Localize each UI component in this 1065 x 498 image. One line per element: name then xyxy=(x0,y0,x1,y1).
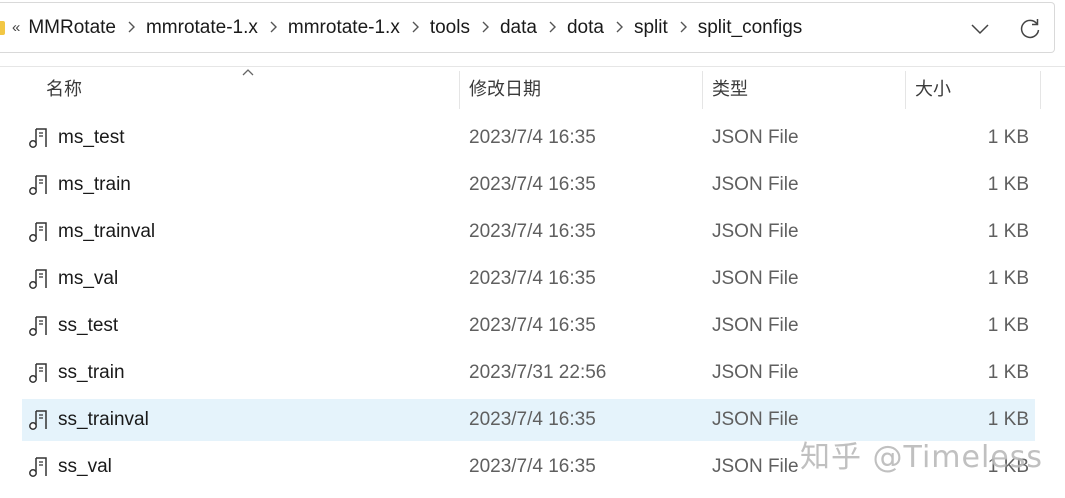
column-header-size[interactable]: 大小 xyxy=(915,67,1035,111)
file-type: JSON File xyxy=(712,221,799,242)
column-header-name[interactable]: 名称 xyxy=(46,67,456,111)
breadcrumb-item-dota[interactable]: dota xyxy=(567,17,604,39)
file-type: JSON File xyxy=(712,174,799,195)
breadcrumb: « MMRotate mmrotate-1.x mmrotate-1.x too… xyxy=(12,3,802,52)
column-divider[interactable] xyxy=(702,71,703,109)
json-file-icon xyxy=(27,267,51,291)
json-file-icon xyxy=(27,408,51,432)
file-size: 1 KB xyxy=(987,362,1029,383)
file-size: 1 KB xyxy=(987,174,1029,195)
breadcrumb-item-mmrotate-1x[interactable]: mmrotate-1.x xyxy=(146,17,258,39)
breadcrumb-item-tools[interactable]: tools xyxy=(430,17,470,39)
file-type: JSON File xyxy=(712,315,799,336)
column-divider[interactable] xyxy=(459,71,460,109)
file-date: 2023/7/4 16:35 xyxy=(469,174,596,195)
breadcrumb-item-split[interactable]: split xyxy=(634,17,668,39)
column-divider[interactable] xyxy=(1040,71,1041,109)
chevron-right-icon[interactable] xyxy=(470,19,500,37)
breadcrumb-item-mmrotate[interactable]: MMRotate xyxy=(28,17,116,39)
file-date: 2023/7/4 16:35 xyxy=(469,221,596,242)
chevron-right-icon[interactable] xyxy=(668,19,698,37)
file-name: ms_test xyxy=(58,127,125,148)
file-type: JSON File xyxy=(712,456,799,477)
chevron-right-icon[interactable] xyxy=(537,19,567,37)
json-file-icon xyxy=(27,220,51,244)
column-header-type[interactable]: 类型 xyxy=(712,67,902,111)
chevron-right-icon[interactable] xyxy=(258,19,288,37)
file-name: ms_trainval xyxy=(58,221,156,242)
file-size: 1 KB xyxy=(987,315,1029,336)
file-row[interactable]: ms_train 2023/7/4 16:35 JSON File 1 KB xyxy=(22,164,1035,206)
chevron-right-icon[interactable] xyxy=(604,19,634,37)
file-type: JSON File xyxy=(712,409,799,430)
json-file-icon xyxy=(27,455,51,479)
file-row[interactable]: ms_val 2023/7/4 16:35 JSON File 1 KB xyxy=(22,258,1035,300)
file-size: 1 KB xyxy=(987,127,1029,148)
file-type: JSON File xyxy=(712,362,799,383)
file-name: ms_train xyxy=(58,174,131,195)
json-file-icon xyxy=(27,173,51,197)
file-row[interactable]: ms_test 2023/7/4 16:35 JSON File 1 KB xyxy=(22,117,1035,159)
file-date: 2023/7/4 16:35 xyxy=(469,268,596,289)
json-file-icon xyxy=(27,126,51,150)
file-size: 1 KB xyxy=(987,268,1029,289)
file-row[interactable]: ms_trainval 2023/7/4 16:35 JSON File 1 KB xyxy=(22,211,1035,253)
breadcrumb-item-split-configs[interactable]: split_configs xyxy=(698,17,803,39)
file-name: ss_trainval xyxy=(58,409,149,430)
breadcrumb-item-data[interactable]: data xyxy=(500,17,537,39)
file-name: ms_val xyxy=(58,268,119,289)
chevron-down-icon[interactable] xyxy=(968,17,992,41)
file-date: 2023/7/4 16:35 xyxy=(469,456,596,477)
file-type: JSON File xyxy=(712,268,799,289)
column-divider[interactable] xyxy=(905,71,906,109)
breadcrumb-item-mmrotate-1x-inner[interactable]: mmrotate-1.x xyxy=(288,17,400,39)
breadcrumb-overflow-button[interactable]: « xyxy=(12,19,20,36)
file-date: 2023/7/31 22:56 xyxy=(469,362,607,383)
file-size: 1 KB xyxy=(987,221,1029,242)
column-header-row: 名称 修改日期 类型 大小 xyxy=(0,66,1065,111)
chevron-right-icon[interactable] xyxy=(400,19,430,37)
json-file-icon xyxy=(27,314,51,338)
file-date: 2023/7/4 16:35 xyxy=(469,315,596,336)
chevron-right-icon[interactable] xyxy=(116,19,146,37)
json-file-icon xyxy=(27,361,51,385)
refresh-icon[interactable] xyxy=(1017,16,1043,42)
file-date: 2023/7/4 16:35 xyxy=(469,409,596,430)
file-name: ss_val xyxy=(58,456,112,477)
file-date: 2023/7/4 16:35 xyxy=(469,127,596,148)
address-bar[interactable]: « MMRotate mmrotate-1.x mmrotate-1.x too… xyxy=(0,2,1055,53)
file-row[interactable]: ss_train 2023/7/31 22:56 JSON File 1 KB xyxy=(22,352,1035,394)
file-name: ss_train xyxy=(58,362,125,383)
file-type: JSON File xyxy=(712,127,799,148)
folder-icon xyxy=(0,21,5,35)
file-row[interactable]: ss_test 2023/7/4 16:35 JSON File 1 KB xyxy=(22,305,1035,347)
file-name: ss_test xyxy=(58,315,119,336)
column-header-date[interactable]: 修改日期 xyxy=(469,67,699,111)
watermark: 知乎 @Timeless xyxy=(800,440,1044,475)
